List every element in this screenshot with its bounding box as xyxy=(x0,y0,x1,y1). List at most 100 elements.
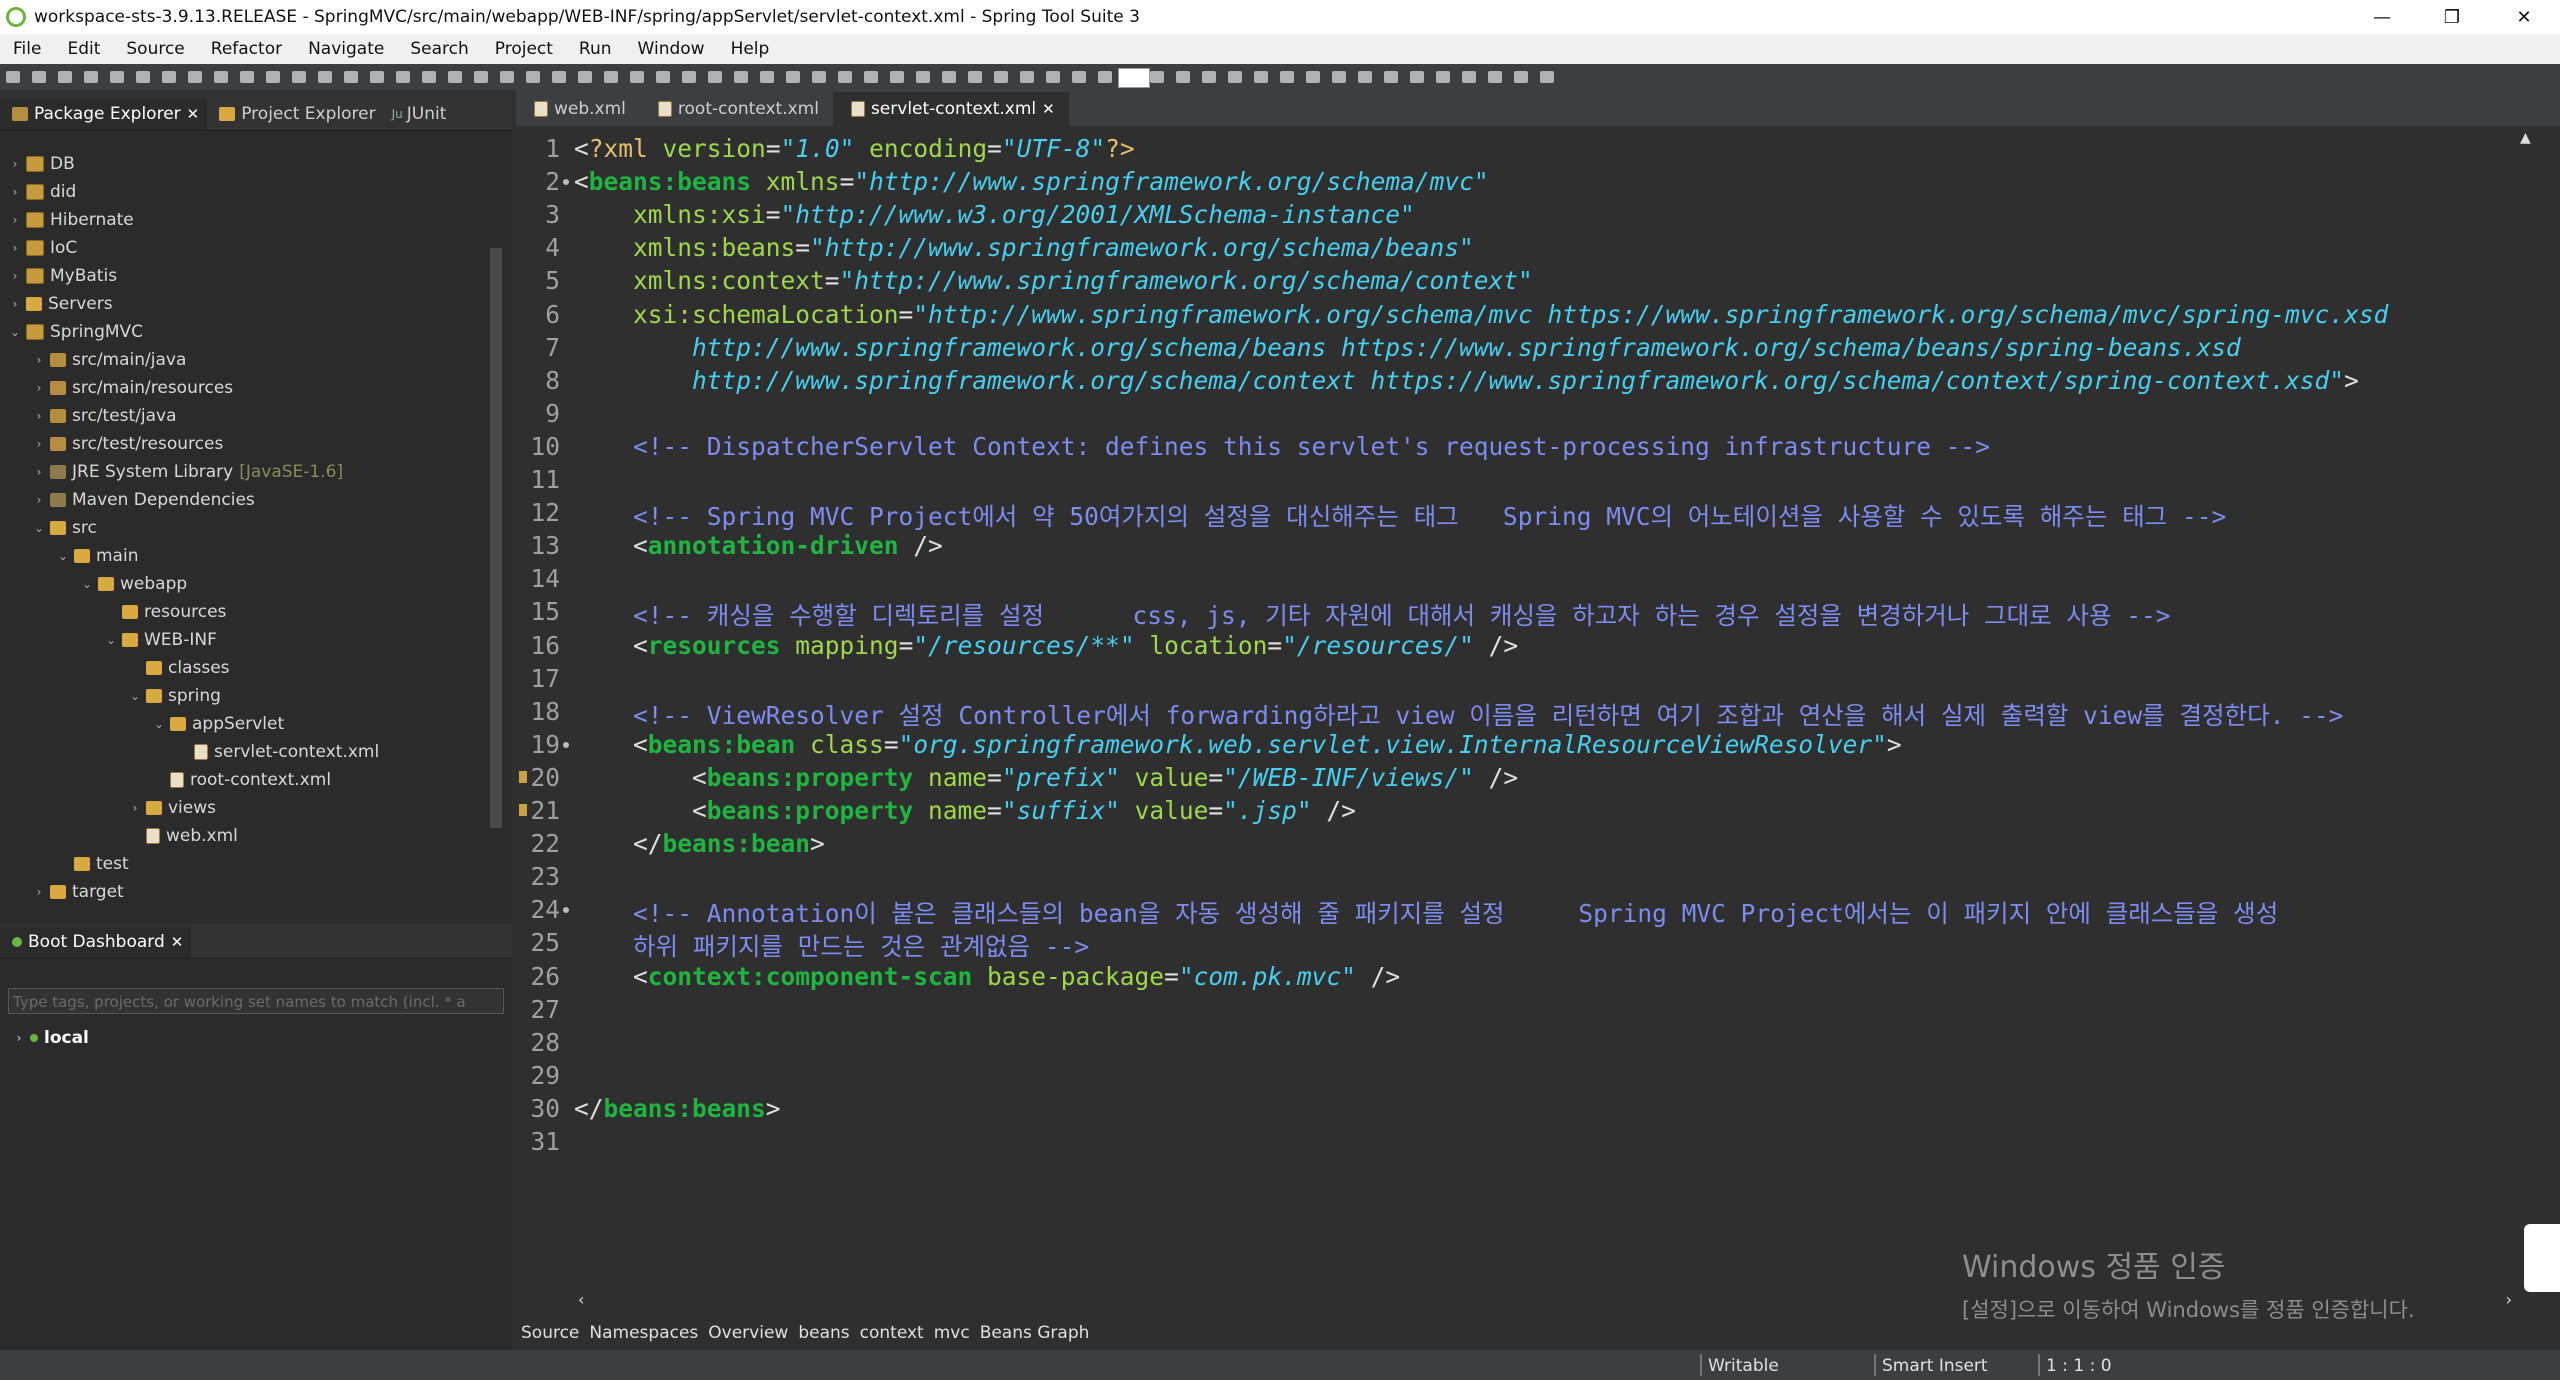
menu-run[interactable]: Run xyxy=(566,39,625,59)
fold-marker-icon[interactable] xyxy=(563,179,569,186)
toolbar-button-icon[interactable] xyxy=(84,71,98,83)
toolbar-button-icon[interactable] xyxy=(708,71,722,83)
tree-item[interactable]: › Hibernate xyxy=(0,206,486,234)
toolbar-button-icon[interactable] xyxy=(1332,71,1346,83)
tree-item[interactable]: ⌄ webapp xyxy=(0,570,486,598)
menu-file[interactable]: File xyxy=(0,39,54,59)
page-tab[interactable]: Source xyxy=(516,1323,584,1343)
menu-search[interactable]: Search xyxy=(397,39,481,59)
menu-navigate[interactable]: Navigate xyxy=(295,39,397,59)
toolbar-button-icon[interactable] xyxy=(110,71,124,83)
toolbar-button-icon[interactable] xyxy=(188,71,202,83)
editor-tab[interactable]: root-context.xml xyxy=(640,92,833,126)
collapse-icon[interactable]: ⌄ xyxy=(104,633,118,647)
tree-item[interactable]: root-context.xml xyxy=(0,766,486,794)
toolbar-button-icon[interactable] xyxy=(1436,71,1450,83)
tree-item[interactable]: › src/main/java xyxy=(0,346,486,374)
toolbar-button-icon[interactable] xyxy=(994,71,1008,83)
tree-item[interactable]: classes xyxy=(0,654,486,682)
editor-tab[interactable]: web.xml xyxy=(516,92,640,126)
tree-item[interactable]: › JRE System Library [JavaSE-1.6] xyxy=(0,458,486,486)
page-tab[interactable]: beans xyxy=(793,1323,854,1343)
toolbar-button-icon[interactable] xyxy=(656,71,670,83)
restore-button[interactable]: ❐ xyxy=(2420,0,2484,34)
toolbar-button-icon[interactable] xyxy=(1150,71,1164,83)
toolbar-button-icon[interactable] xyxy=(266,71,280,83)
menu-help[interactable]: Help xyxy=(718,39,783,59)
tree-item[interactable]: › DB xyxy=(0,150,486,178)
menu-project[interactable]: Project xyxy=(482,39,566,59)
collapse-icon[interactable]: ⌄ xyxy=(152,717,166,731)
expand-icon[interactable]: › xyxy=(32,353,46,367)
toolbar-button-icon[interactable] xyxy=(630,71,644,83)
toolbar-button-icon[interactable] xyxy=(214,71,228,83)
fold-marker-icon[interactable] xyxy=(563,907,569,914)
tab-project-explorer[interactable]: Project Explorer xyxy=(207,98,383,130)
tab-boot-dashboard[interactable]: Boot Dashboard ✕ xyxy=(0,926,192,958)
toolbar-button-icon[interactable] xyxy=(1202,71,1216,83)
toolbar-button-icon[interactable] xyxy=(786,71,800,83)
expand-icon[interactable]: › xyxy=(8,157,22,171)
toolbar-button-icon[interactable] xyxy=(318,71,332,83)
tree-item[interactable]: › target xyxy=(0,878,486,906)
expand-icon[interactable]: › xyxy=(32,409,46,423)
tree-item[interactable]: › Maven Dependencies xyxy=(0,486,486,514)
tree-item[interactable]: test xyxy=(0,850,486,878)
toolbar-button-icon[interactable] xyxy=(552,71,566,83)
scroll-left-icon[interactable]: ‹ xyxy=(578,1290,584,1309)
toolbar-button-icon[interactable] xyxy=(1410,71,1424,83)
expand-icon[interactable]: › xyxy=(32,885,46,899)
tree-item[interactable]: › src/main/resources xyxy=(0,374,486,402)
page-tab[interactable]: mvc xyxy=(929,1323,975,1343)
toolbar-button-icon[interactable] xyxy=(968,71,982,83)
toolbar-button-icon[interactable] xyxy=(240,71,254,83)
expand-icon[interactable]: › xyxy=(128,801,142,815)
toolbar-button-icon[interactable] xyxy=(474,71,488,83)
warning-marker-icon[interactable] xyxy=(519,770,527,783)
expand-icon[interactable]: › xyxy=(12,1031,26,1045)
page-tab[interactable]: Overview xyxy=(703,1323,793,1343)
toolbar-button-icon[interactable] xyxy=(448,71,462,83)
close-icon[interactable]: ✕ xyxy=(1042,100,1055,118)
page-tab[interactable]: Beans Graph xyxy=(975,1323,1095,1343)
toolbar-button-icon[interactable] xyxy=(916,71,930,83)
toolbar-dropdown[interactable] xyxy=(1118,68,1150,88)
toolbar-button-icon[interactable] xyxy=(838,71,852,83)
scroll-right-icon[interactable]: › xyxy=(2506,1290,2512,1309)
menu-edit[interactable]: Edit xyxy=(54,39,113,59)
tree-item[interactable]: web.xml xyxy=(0,822,486,850)
tab-junit[interactable]: Ju JUnit xyxy=(384,98,455,130)
expand-icon[interactable]: › xyxy=(32,381,46,395)
toolbar-button-icon[interactable] xyxy=(1072,71,1086,83)
toolbar-button-icon[interactable] xyxy=(162,71,176,83)
expand-icon[interactable]: › xyxy=(8,241,22,255)
toolbar-button-icon[interactable] xyxy=(1098,71,1112,83)
remote-widget-icon[interactable] xyxy=(2524,1224,2560,1292)
collapse-icon[interactable]: ⌄ xyxy=(80,577,94,591)
editor-scrollbar[interactable]: ▲ xyxy=(2516,130,2540,1278)
toolbar-button-icon[interactable] xyxy=(1280,71,1294,83)
collapse-icon[interactable]: ⌄ xyxy=(128,689,142,703)
toolbar-button-icon[interactable] xyxy=(422,71,436,83)
tree-item[interactable]: ⌄ appServlet xyxy=(0,710,486,738)
toolbar-button-icon[interactable] xyxy=(396,71,410,83)
toolbar-button-icon[interactable] xyxy=(604,71,618,83)
collapse-icon[interactable]: ⌄ xyxy=(56,549,70,563)
toolbar-button-icon[interactable] xyxy=(864,71,878,83)
toolbar-button-icon[interactable] xyxy=(1540,71,1554,83)
fold-marker-icon[interactable] xyxy=(563,741,569,748)
toolbar-button-icon[interactable] xyxy=(500,71,514,83)
toolbar-button-icon[interactable] xyxy=(760,71,774,83)
tab-package-explorer[interactable]: Package Explorer ✕ xyxy=(0,98,208,130)
toolbar-button-icon[interactable] xyxy=(32,71,46,83)
toolbar-button-icon[interactable] xyxy=(370,71,384,83)
collapse-icon[interactable]: ⌄ xyxy=(8,325,22,339)
toolbar-button-icon[interactable] xyxy=(1384,71,1398,83)
toolbar-button-icon[interactable] xyxy=(682,71,696,83)
editor-tab[interactable]: servlet-context.xml ✕ xyxy=(832,92,1069,126)
tree-item[interactable]: servlet-context.xml xyxy=(0,738,486,766)
tree-item[interactable]: ⌄ WEB-INF xyxy=(0,626,486,654)
toolbar-button-icon[interactable] xyxy=(1306,71,1320,83)
toolbar-button-icon[interactable] xyxy=(58,71,72,83)
scroll-up-icon[interactable]: ▲ xyxy=(2520,130,2531,146)
